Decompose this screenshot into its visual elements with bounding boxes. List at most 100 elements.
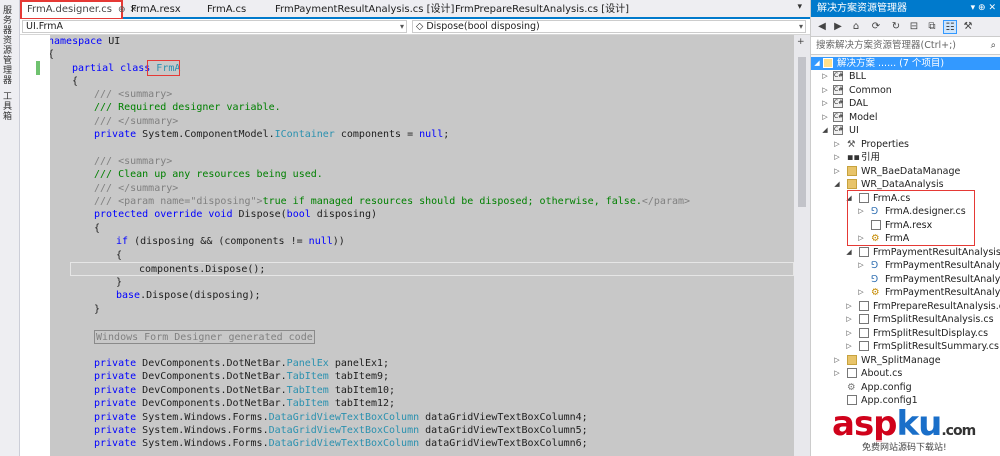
tab-dropdown-icon[interactable]: ▾ <box>797 2 802 12</box>
wrench-icon[interactable]: ⚒ <box>961 20 975 34</box>
tree-item-label: FrmSplitResultAnalysis.cs <box>873 314 994 325</box>
form-file-icon <box>859 314 869 324</box>
refresh-icon[interactable]: ↻ <box>889 20 903 34</box>
collapsed-region[interactable]: Windows Form Designer generated code <box>94 330 315 344</box>
tree-item-wr-splitmanage[interactable]: ▷ WR_SplitManage <box>811 354 1000 367</box>
expand-arrow-icon[interactable]: ▷ <box>821 84 829 97</box>
code-area[interactable]: − − − − + namespace UI { partial class F… <box>50 35 794 456</box>
tab-frma-designer-cs[interactable]: FrmA.designer.cs ⊕ ✕ <box>20 0 137 20</box>
expand-arrow-icon[interactable]: ▷ <box>845 313 853 326</box>
split-icon[interactable]: + <box>797 37 805 47</box>
tree-item-bll[interactable]: ▷ C# BLL <box>811 70 1000 83</box>
tree-item-frmsplitresultsummary-cs[interactable]: ▷ FrmSplitResultSummary.cs <box>811 340 1000 353</box>
window-buttons[interactable]: ▾ ⊕ ✕ <box>971 0 996 17</box>
tree-item-wr-baedatamanage[interactable]: ▷ WR_BaeDataManage <box>811 165 1000 178</box>
code-line: if (disposing && (components != null)) <box>116 236 345 247</box>
server-explorer-tab[interactable]: 服务器资源管理器 <box>3 6 14 86</box>
search-placeholder: 搜索解决方案资源管理器(Ctrl+;) <box>816 40 956 51</box>
solution-search-box[interactable]: 搜索解决方案资源管理器(Ctrl+;) ⌕ <box>811 37 1000 55</box>
code-line: namespace UI <box>50 36 121 47</box>
properties-icon[interactable]: ☷ <box>943 20 957 34</box>
expand-arrow-icon[interactable]: ▷ <box>833 151 841 164</box>
method-icon: ◇ <box>416 21 424 32</box>
tree-item-app-config[interactable]: ⚙ App.config <box>811 381 1000 394</box>
expand-arrow-icon[interactable]: ▷ <box>833 165 841 178</box>
tab-frma-cs[interactable]: FrmA.cs <box>202 0 246 19</box>
collapse-arrow-icon[interactable]: ◢ <box>813 57 821 70</box>
expand-arrow-icon[interactable]: ▷ <box>845 340 853 353</box>
pin-icon[interactable]: ⊕ <box>118 2 126 18</box>
csharp-project-icon: C# <box>833 125 844 135</box>
tab-frmpaymentresultanalysis-design[interactable]: FrmPaymentResultAnalysis.cs [设计] <box>270 0 454 19</box>
tree-item-frmpaymentresultanalysis-resx[interactable]: ⅁ FrmPaymentResultAnalysis.r <box>811 273 1000 286</box>
tree-item-label: 解决方案 ...... (7 个项目) <box>837 58 945 69</box>
member-combo[interactable]: ◇ Dispose(bool disposing) ▾ <box>412 20 806 33</box>
code-line: /// <param name="disposing">true if mana… <box>94 196 691 207</box>
site-watermark-logo: aspku.com <box>832 404 976 444</box>
expand-arrow-icon[interactable]: ▷ <box>845 327 853 340</box>
tree-item-label: FrmPaymentResultAnalysis.r <box>885 274 1000 285</box>
collapse-arrow-icon[interactable]: ◢ <box>821 124 829 137</box>
code-editor: FrmA.designer.cs ⊕ ✕ FrmA.resx FrmA.cs Frm… <box>20 0 810 456</box>
solution-explorer: 解决方案资源管理器 ▾ ⊕ ✕ ◀ ▶ ⌂ ⟳ ↻ ⊟ ⧉ ☷ ⚒ 搜索解决方案… <box>810 0 1000 456</box>
tree-item-frmsplitresultanalysis-cs[interactable]: ▷ FrmSplitResultAnalysis.cs <box>811 313 1000 326</box>
form-file-icon <box>859 247 869 257</box>
expand-arrow-icon[interactable]: ▷ <box>857 259 865 272</box>
home-icon[interactable]: ⌂ <box>849 20 863 34</box>
tree-item-references[interactable]: ▷ ▪▪ 引用 <box>811 151 1000 164</box>
tree-item-common[interactable]: ▷ C# Common <box>811 84 1000 97</box>
tab-frmprepareresultanalysis-design[interactable]: FrmPrepareResultAnalysis.cs [设计] <box>450 0 629 19</box>
folder-icon <box>847 166 857 176</box>
expand-arrow-icon[interactable]: ▷ <box>833 354 841 367</box>
scrollbar-thumb[interactable] <box>798 57 806 207</box>
tree-item-label: BLL <box>849 71 867 82</box>
tree-item-about-cs[interactable]: ▷ About.cs <box>811 367 1000 380</box>
search-icon[interactable]: ⌕ <box>991 37 996 54</box>
code-line: /// <summary> <box>94 89 173 100</box>
form-file-icon <box>859 341 869 351</box>
expand-arrow-icon[interactable]: ▷ <box>833 138 841 151</box>
tree-item-frmsplitresultdisplay-cs[interactable]: ▷ FrmSplitResultDisplay.cs <box>811 327 1000 340</box>
collapse-arrow-icon[interactable]: ◢ <box>833 178 841 191</box>
collapse-all-icon[interactable]: ⊟ <box>907 20 921 34</box>
code-line: private DevComponents.DotNetBar.TabItem … <box>94 385 396 396</box>
expand-arrow-icon[interactable]: ▷ <box>845 300 853 313</box>
csharp-project-icon: C# <box>833 98 844 108</box>
back-icon[interactable]: ◀ <box>815 20 829 34</box>
code-line: private System.Windows.Forms.DataGridVie… <box>94 412 588 423</box>
tree-item-properties[interactable]: ▷ ⚒ Properties <box>811 138 1000 151</box>
expand-arrow-icon[interactable]: ▷ <box>821 111 829 124</box>
tree-item-dal[interactable]: ▷ C# DAL <box>811 97 1000 110</box>
folder-icon <box>847 179 857 189</box>
tree-item-frmprepareresultanalysis-cs[interactable]: ▷ FrmPrepareResultAnalysis.cs <box>811 300 1000 313</box>
tree-item-frmpaymentresultanalysis-cs[interactable]: ◢ FrmPaymentResultAnalysis.cs <box>811 246 1000 259</box>
vertical-scrollbar[interactable]: + <box>794 35 810 456</box>
csharp-project-icon: C# <box>833 85 844 95</box>
expand-arrow-icon[interactable]: ▷ <box>821 70 829 83</box>
tree-item-label: DAL <box>849 98 868 109</box>
tree-item-ui[interactable]: ◢ C# UI <box>811 124 1000 137</box>
tree-item-frmpaymentresultanalysis-designer[interactable]: ▷ ⅁ FrmPaymentResultAnalysis.cs <box>811 259 1000 272</box>
copy-icon[interactable]: ⧉ <box>925 20 939 34</box>
toolbox-tab[interactable]: 工具箱 <box>3 92 14 122</box>
csharp-file-icon: ⅁ <box>871 260 879 271</box>
tree-item-frmpaymentresultanalysis-class[interactable]: ▷ ⚙ FrmPaymentResultAnalysis <box>811 286 1000 299</box>
csharp-project-icon: C# <box>833 71 844 81</box>
sync-icon[interactable]: ⟳ <box>869 20 883 34</box>
member-combo-value: Dispose(bool disposing) <box>426 21 540 32</box>
tree-item-solution[interactable]: ◢ 解决方案 ...... (7 个项目) <box>811 57 1000 70</box>
config-file-icon: ⚙ <box>847 382 856 393</box>
tab-frma-resx[interactable]: FrmA.resx <box>126 0 181 19</box>
class-combo[interactable]: UI.FrmA ▾ <box>22 20 407 33</box>
tree-item-model[interactable]: ▷ C# Model <box>811 111 1000 124</box>
expand-arrow-icon[interactable]: ▷ <box>833 367 841 380</box>
expand-arrow-icon[interactable]: ▷ <box>857 286 865 299</box>
code-line: /// Clean up any resources being used. <box>94 169 323 180</box>
code-line: private DevComponents.DotNetBar.TabItem … <box>94 371 390 382</box>
tab-label: FrmA.designer.cs <box>27 4 112 15</box>
forward-icon[interactable]: ▶ <box>831 20 845 34</box>
watermark-caption: 免费网站源码下载站! <box>862 440 947 453</box>
expand-arrow-icon[interactable]: ▷ <box>821 97 829 110</box>
collapse-arrow-icon[interactable]: ◢ <box>845 246 853 259</box>
tree-item-label: Properties <box>861 139 910 150</box>
